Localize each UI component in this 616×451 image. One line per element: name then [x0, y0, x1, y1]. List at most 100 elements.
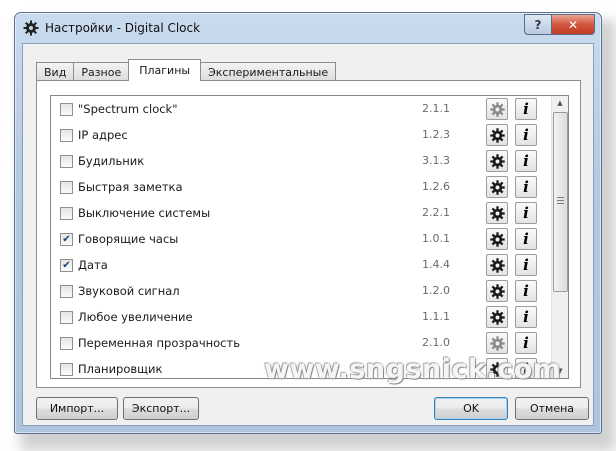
- plugin-info-button[interactable]: i: [515, 254, 537, 276]
- tab-plugins[interactable]: Плагины: [128, 59, 202, 81]
- plugin-name: Выключение системы: [78, 206, 211, 220]
- plugin-info-button[interactable]: i: [515, 332, 537, 354]
- plugin-name: "Spectrum clock": [78, 102, 178, 116]
- plugin-settings-button[interactable]: [486, 124, 508, 146]
- plugin-row: ✔ Дата 1.4.4 i: [51, 252, 551, 278]
- plugin-list[interactable]: "Spectrum clock" 2.1.1 i IP адрес 1.2.3 i Бу…: [50, 95, 569, 379]
- plugin-name: IP адрес: [78, 128, 128, 142]
- tab-misc[interactable]: Разное: [73, 62, 130, 81]
- checkmark-icon: ✔: [62, 260, 71, 271]
- plugin-row: Любое увеличение 1.1.1 i: [51, 304, 551, 330]
- plugin-checkbox[interactable]: [60, 363, 73, 376]
- plugin-info-button[interactable]: i: [515, 98, 537, 120]
- plugin-row: Звуковой сигнал 1.2.0 i: [51, 278, 551, 304]
- plugin-name: Дата: [78, 258, 108, 272]
- info-icon: i: [523, 178, 529, 196]
- plugin-checkbox[interactable]: [60, 207, 73, 220]
- plugin-row: ✔ Говорящие часы 1.0.1 i: [51, 226, 551, 252]
- info-icon: i: [523, 334, 529, 352]
- info-icon: i: [523, 230, 529, 248]
- plugin-checkbox[interactable]: [60, 285, 73, 298]
- plugin-info-button[interactable]: i: [515, 124, 537, 146]
- plugin-checkbox[interactable]: [60, 103, 73, 116]
- plugin-version: 1.1.1: [422, 310, 450, 323]
- import-button[interactable]: Импорт...: [36, 397, 118, 420]
- vertical-scrollbar[interactable]: ▲ ▼: [551, 96, 568, 378]
- gear-icon: [489, 309, 505, 325]
- plugin-version: 1.4.4: [422, 258, 450, 271]
- plugins-panel: "Spectrum clock" 2.1.1 i IP адрес 1.2.3 i Бу…: [36, 80, 581, 388]
- plugin-name: Звуковой сигнал: [78, 284, 180, 298]
- plugin-name: Любое увеличение: [78, 310, 193, 324]
- cancel-button[interactable]: Отмена: [515, 397, 589, 420]
- export-button[interactable]: Экспорт...: [123, 397, 199, 420]
- gear-icon: [489, 231, 505, 247]
- plugin-settings-button[interactable]: [486, 228, 508, 250]
- scroll-up-arrow-icon[interactable]: ▲: [552, 96, 568, 110]
- gear-icon: [23, 20, 39, 36]
- grip-icon: [557, 197, 564, 204]
- plugin-info-button[interactable]: i: [515, 228, 537, 250]
- plugin-info-button[interactable]: i: [515, 176, 537, 198]
- plugin-row: Переменная прозрачность 2.1.0 i: [51, 330, 551, 356]
- plugin-version: 1.0.1: [422, 232, 450, 245]
- plugin-name: Быстрая заметка: [78, 180, 183, 194]
- ok-button[interactable]: OK: [434, 397, 508, 420]
- info-icon: i: [523, 308, 529, 326]
- plugin-version: 1.2.0: [422, 284, 450, 297]
- plugin-settings-button[interactable]: [486, 202, 508, 224]
- info-icon: i: [523, 152, 529, 170]
- plugin-rows: "Spectrum clock" 2.1.1 i IP адрес 1.2.3 i Бу…: [51, 96, 551, 378]
- tab-view[interactable]: Вид: [36, 62, 75, 81]
- watermark: www.sngsnick.com: [264, 354, 562, 385]
- title-bar[interactable]: Настройки - Digital Clock ? ✕: [15, 13, 601, 43]
- gear-icon: [489, 153, 505, 169]
- info-icon: i: [523, 126, 529, 144]
- checkmark-icon: ✔: [62, 234, 71, 245]
- tab-bar: Вид Разное Плагины Экспериментальные: [36, 59, 337, 81]
- plugin-info-button[interactable]: i: [515, 202, 537, 224]
- plugin-settings-button[interactable]: [486, 254, 508, 276]
- plugin-settings-button[interactable]: [486, 332, 508, 354]
- plugin-checkbox[interactable]: [60, 181, 73, 194]
- plugin-row: Будильник 3.1.3 i: [51, 148, 551, 174]
- gear-icon: [489, 283, 505, 299]
- plugin-name: Говорящие часы: [78, 232, 179, 246]
- info-icon: i: [523, 256, 529, 274]
- gear-icon: [489, 127, 505, 143]
- gear-icon: [489, 205, 505, 221]
- plugin-row: "Spectrum clock" 2.1.1 i: [51, 96, 551, 122]
- close-button[interactable]: ✕: [551, 14, 595, 35]
- plugin-settings-button[interactable]: [486, 150, 508, 172]
- plugin-settings-button[interactable]: [486, 176, 508, 198]
- plugin-info-button[interactable]: i: [515, 306, 537, 328]
- plugin-row: Выключение системы 2.2.1 i: [51, 200, 551, 226]
- plugin-row: Быстрая заметка 1.2.6 i: [51, 174, 551, 200]
- help-button[interactable]: ?: [524, 14, 551, 35]
- info-icon: i: [523, 204, 529, 222]
- scrollbar-thumb[interactable]: [553, 112, 568, 292]
- plugin-row: IP адрес 1.2.3 i: [51, 122, 551, 148]
- plugin-version: 2.2.1: [422, 206, 450, 219]
- plugin-checkbox[interactable]: ✔: [60, 233, 73, 246]
- plugin-checkbox[interactable]: [60, 129, 73, 142]
- plugin-checkbox[interactable]: [60, 155, 73, 168]
- plugin-checkbox[interactable]: [60, 337, 73, 350]
- plugin-version: 1.2.6: [422, 180, 450, 193]
- plugin-checkbox[interactable]: ✔: [60, 259, 73, 272]
- gear-icon: [489, 101, 505, 117]
- plugin-name: Планировщик: [78, 362, 163, 376]
- plugin-settings-button[interactable]: [486, 280, 508, 302]
- plugin-info-button[interactable]: i: [515, 280, 537, 302]
- gear-icon: [489, 179, 505, 195]
- window-title: Настройки - Digital Clock: [45, 21, 201, 35]
- plugin-info-button[interactable]: i: [515, 150, 537, 172]
- plugin-name: Будильник: [78, 154, 145, 168]
- plugin-settings-button[interactable]: [486, 98, 508, 120]
- plugin-version: 3.1.3: [422, 154, 450, 167]
- plugin-settings-button[interactable]: [486, 306, 508, 328]
- info-icon: i: [523, 100, 529, 118]
- plugin-checkbox[interactable]: [60, 311, 73, 324]
- plugin-version: 1.2.3: [422, 128, 450, 141]
- tab-experimental[interactable]: Экспериментальные: [200, 62, 337, 81]
